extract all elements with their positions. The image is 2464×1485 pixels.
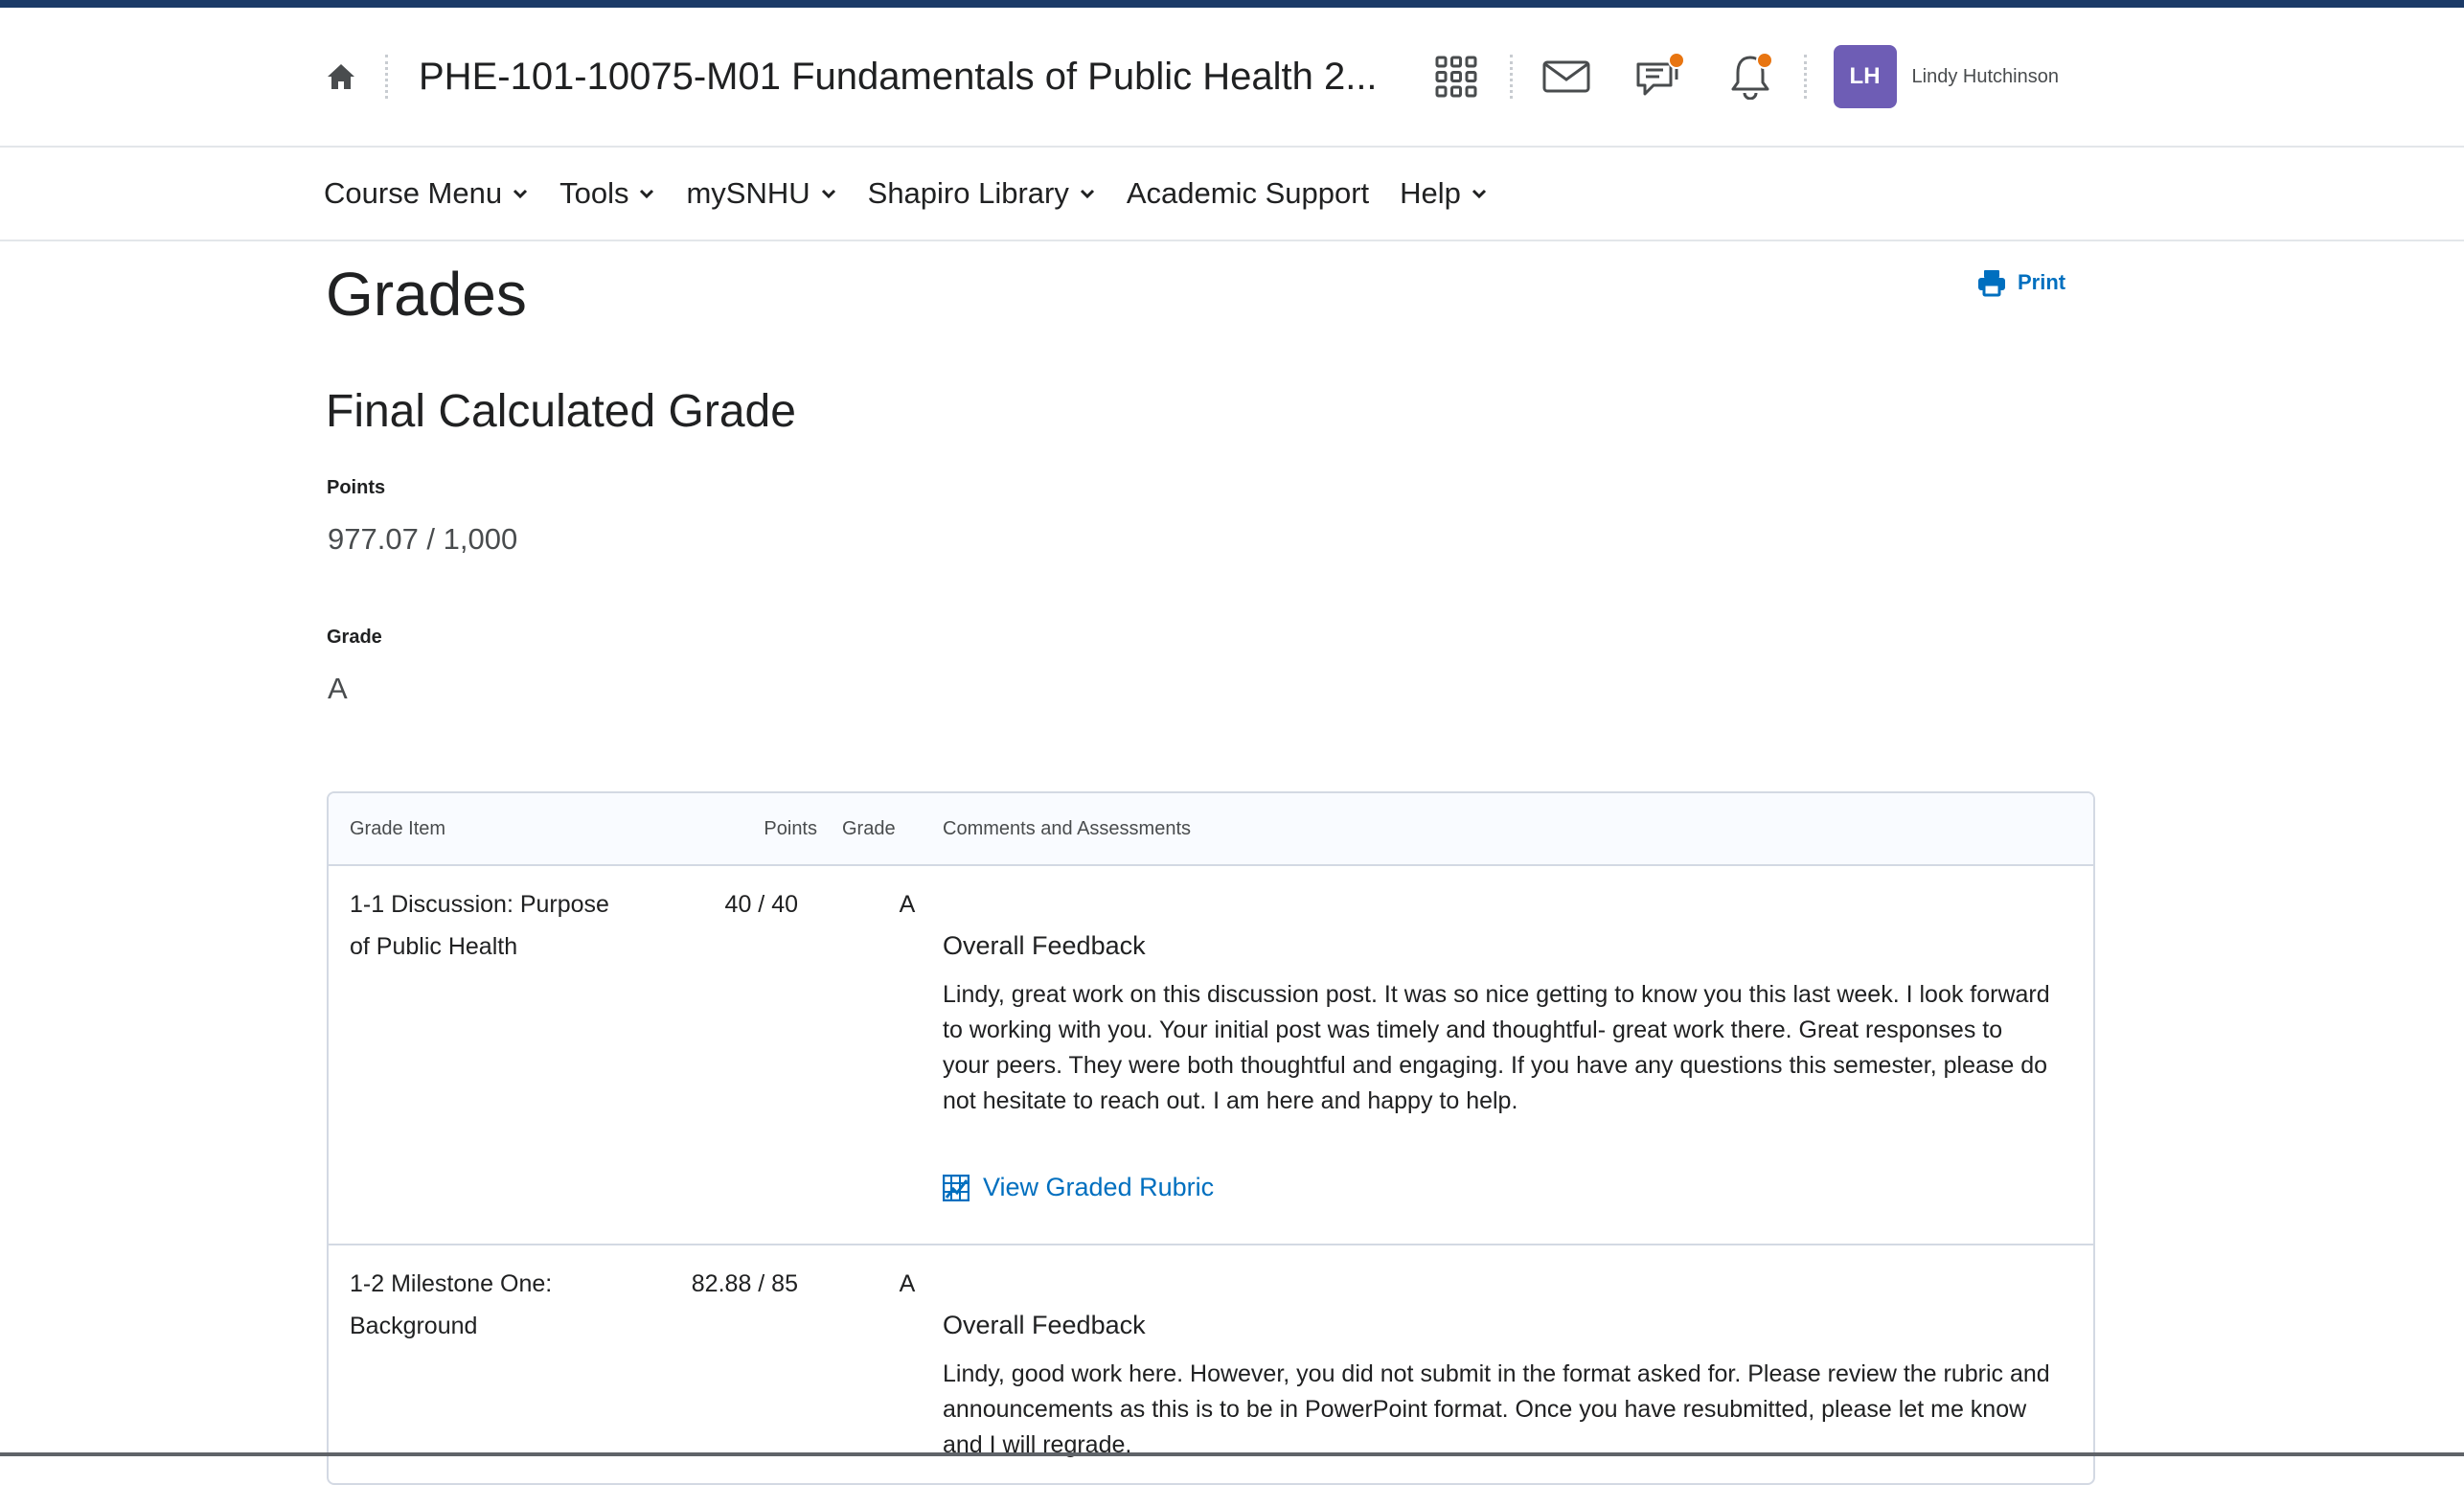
chevron-down-icon <box>1472 189 1486 199</box>
course-menu-bar: Course Menu Tools mySNHU Shapiro Library… <box>0 148 2464 241</box>
menu-academic-support[interactable]: Academic Support <box>1127 176 1369 211</box>
header-comments: Comments and Assessments <box>943 818 1191 839</box>
menu-item-label: Academic Support <box>1126 176 1370 210</box>
menu-tools[interactable]: Tools <box>559 176 655 211</box>
top-navbar: PHE-101-10075-M01 Fundamentals of Public… <box>0 8 2464 148</box>
bell-icon[interactable] <box>1723 50 1777 103</box>
chat-notification-dot <box>1667 52 1685 69</box>
grade-item-points: 40 / 40 <box>724 891 798 918</box>
menu-item-label: Help <box>1400 176 1461 210</box>
rubric-icon <box>943 1174 970 1201</box>
grade-item-name: 1-2 Milestone One: Background <box>350 1270 553 1339</box>
final-grade-value: A <box>328 672 348 705</box>
menu-item-label: Shapiro Library <box>867 176 1069 210</box>
horizontal-scrollbar[interactable] <box>0 1452 2464 1456</box>
chevron-down-icon <box>1080 189 1094 199</box>
course-title-link[interactable]: PHE-101-10075-M01 Fundamentals of Public… <box>419 56 1378 99</box>
overall-feedback-label: Overall Feedback <box>943 1311 1146 1339</box>
menu-course-menu[interactable]: Course Menu <box>324 176 529 211</box>
view-graded-rubric-link[interactable]: View Graded Rubric <box>943 1173 1214 1202</box>
table-header: Grade Item Points Grade Comments and Ass… <box>329 793 2093 866</box>
overall-feedback-text: Lindy, good work here. However, you did … <box>943 1360 2050 1458</box>
chevron-down-icon <box>513 189 528 199</box>
table-row: 1-2 Milestone One: Background 82.88 / 85… <box>329 1245 2093 1483</box>
header-grade-item: Grade Item <box>350 818 446 839</box>
user-name[interactable]: Lindy Hutchinson <box>1912 66 2059 88</box>
header-grade: Grade <box>842 818 896 839</box>
table-row: 1-1 Discussion: Purpose of Public Health… <box>329 866 2093 1245</box>
divider <box>1509 55 1513 99</box>
grades-table: Grade Item Points Grade Comments and Ass… <box>327 791 2095 1485</box>
chevron-down-icon <box>640 189 654 199</box>
divider <box>385 55 388 99</box>
avatar[interactable]: LH <box>1833 45 1897 108</box>
divider <box>1803 55 1807 99</box>
final-grade-label: Grade <box>327 627 382 648</box>
printer-icon <box>1978 270 2005 297</box>
menu-item-label: mySNHU <box>686 176 810 210</box>
menu-help[interactable]: Help <box>1400 176 1488 211</box>
print-label: Print <box>2018 270 2066 294</box>
grade-item-points: 82.88 / 85 <box>691 1270 798 1297</box>
page-title: Grades <box>326 260 527 329</box>
grade-item-name: 1-1 Discussion: Purpose of Public Health <box>350 891 609 960</box>
chat-icon[interactable] <box>1631 50 1685 103</box>
overall-feedback-label: Overall Feedback <box>943 931 1146 960</box>
grade-item-grade: A <box>899 891 916 918</box>
print-button[interactable]: Print <box>1977 268 2065 297</box>
overall-feedback-text: Lindy, great work on this discussion pos… <box>943 981 2050 1114</box>
navbar-inner: PHE-101-10075-M01 Fundamentals of Public… <box>324 8 2092 146</box>
final-points-label: Points <box>327 477 386 498</box>
menu-item-label: Tools <box>559 176 629 210</box>
bell-notification-dot <box>1755 52 1773 69</box>
mail-icon[interactable] <box>1540 50 1593 103</box>
final-points-value: 977.07 / 1,000 <box>328 522 518 556</box>
final-grade-title: Final Calculated Grade <box>326 386 796 437</box>
home-icon[interactable] <box>324 59 358 94</box>
chevron-down-icon <box>821 189 835 199</box>
menu-mysnhu[interactable]: mySNHU <box>686 176 836 211</box>
menu-shapiro-library[interactable]: Shapiro Library <box>868 176 1096 211</box>
header-points: Points <box>764 818 817 839</box>
grade-item-grade: A <box>899 1270 916 1297</box>
rubric-link-label: View Graded Rubric <box>983 1173 1215 1201</box>
top-accent-stripe <box>0 0 2464 8</box>
menu-items: Course Menu Tools mySNHU Shapiro Library… <box>324 148 1518 240</box>
waffle-grid-icon[interactable] <box>1429 50 1483 103</box>
menu-item-label: Course Menu <box>324 176 503 210</box>
